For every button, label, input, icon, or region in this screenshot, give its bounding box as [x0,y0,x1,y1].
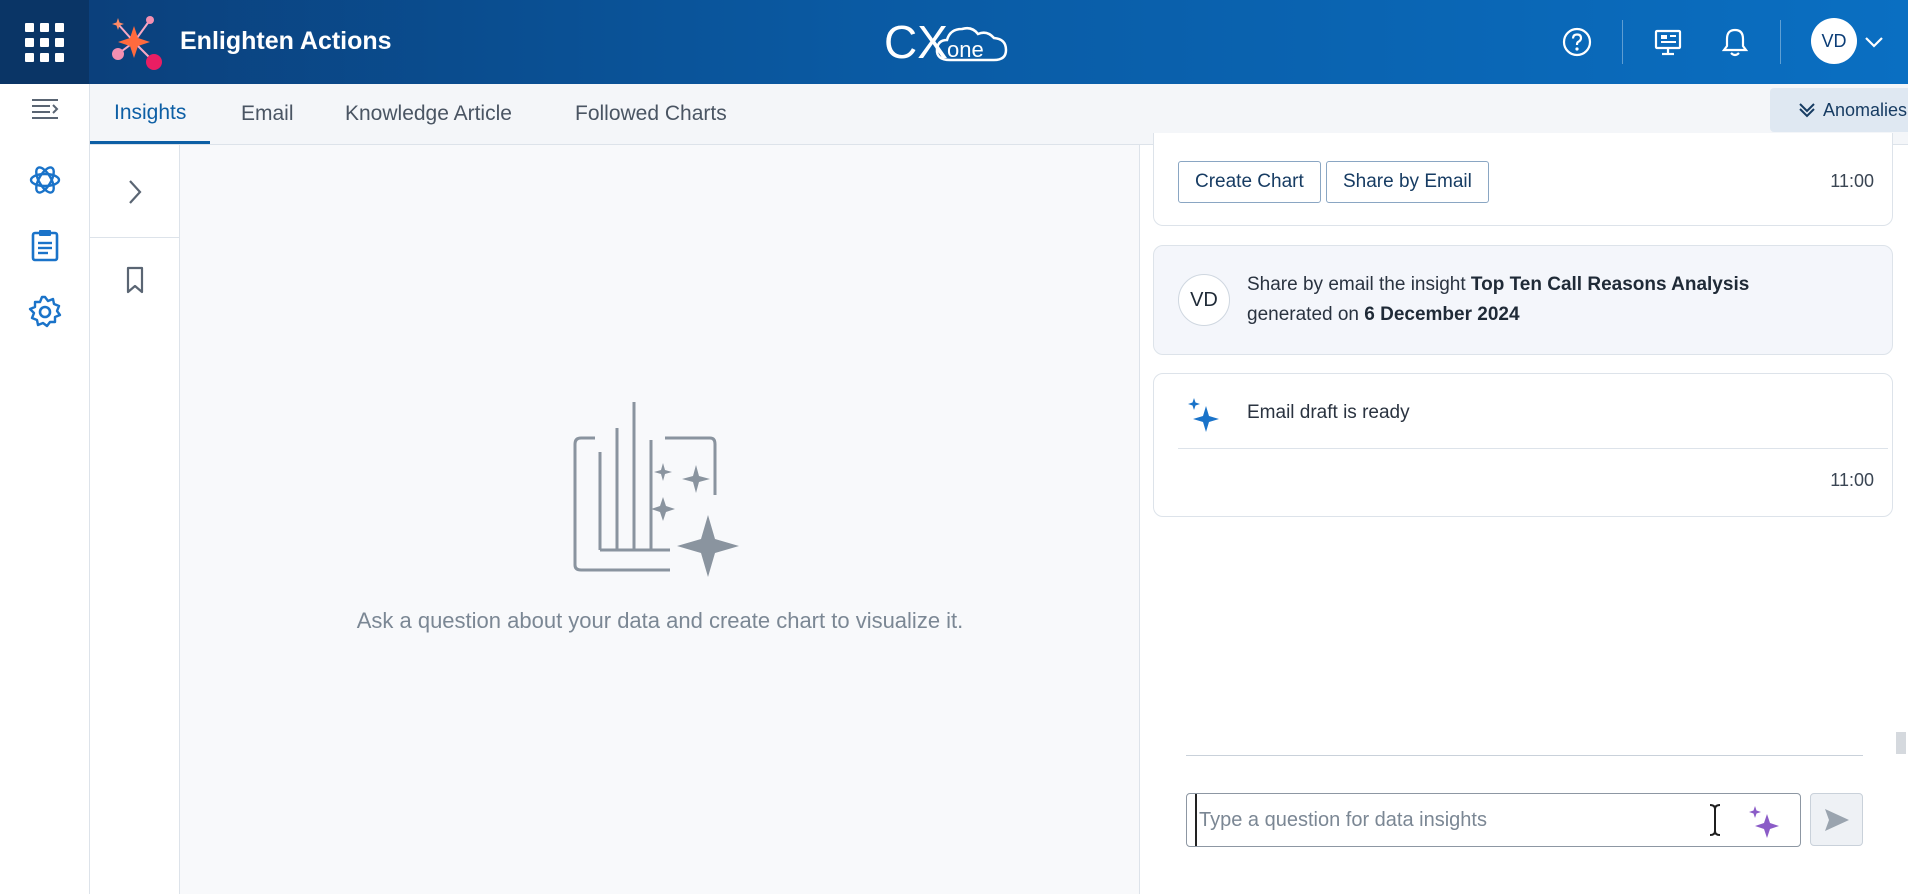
enlighten-logo-icon [112,16,162,70]
bookmark-icon[interactable] [120,263,150,297]
gear-icon [28,295,62,328]
apps-grid-button[interactable] [0,0,89,84]
anomalies-label: Anomalies (0) [1822,99,1908,120]
chat-panel: Create Chart Share by Email 11:00 VD Sha… [1141,133,1908,894]
apps-grid-icon [25,22,64,62]
tab-followed-charts[interactable]: Followed Charts [551,84,751,144]
insight-date: 6 December 2024 [1364,304,1520,325]
collapsed-panel [90,145,180,894]
rail-item-reports[interactable] [25,226,65,266]
header-separator [1780,20,1781,64]
svg-text:one: one [947,37,984,62]
tab-insights[interactable]: Insights [90,84,211,144]
rail-item-settings[interactable] [25,292,65,332]
chart-canvas: Ask a question about your data and creat… [180,145,1140,894]
user-message-card: VD Share by email the insight Top Ten Ca… [1153,245,1893,355]
user-avatar[interactable]: VD [1811,18,1857,64]
message-timestamp: 11:00 [1830,171,1874,191]
chat-scrollbar[interactable] [1896,732,1906,754]
insight-name: Top Ten Call Reasons Analysis [1470,274,1750,295]
help-icon [1562,27,1592,57]
ai-atom-icon [29,166,61,194]
question-composer [1186,793,1801,847]
ai-sparkle-icon[interactable] [1747,804,1781,838]
clipboard-icon [31,230,59,262]
send-button[interactable] [1810,793,1863,846]
bot-message-text: Email draft is ready [1247,402,1410,423]
question-input[interactable] [1195,794,1695,846]
notifications-button[interactable] [1715,22,1755,62]
share-by-email-button[interactable]: Share by Email [1326,161,1489,203]
message-timestamp: 11:00 [1830,470,1874,490]
bot-message-card: Email draft is ready 11:00 [1153,373,1893,517]
help-button[interactable] [1557,22,1597,62]
chart-sparkle-illustration [573,402,739,577]
rail-item-insights[interactable] [25,160,65,200]
user-message-avatar: VD [1178,274,1230,326]
double-chevron-down-icon [1799,103,1815,118]
composer-divider [1186,755,1863,756]
left-rail [0,84,90,894]
cxone-logo: CX one [884,16,1008,68]
menu-collapse-icon [32,99,59,119]
menu-collapse-button[interactable] [25,88,65,128]
send-icon [1824,808,1849,831]
create-chart-button[interactable]: Create Chart [1178,161,1321,203]
anomalies-button[interactable]: Anomalies (0) [1770,88,1908,132]
app-title: Enlighten Actions [180,27,392,55]
chart-actions-card: Create Chart Share by Email 11:00 [1153,133,1893,226]
tab-email[interactable]: Email [217,84,318,144]
empty-state-message: Ask a question about your data and creat… [356,608,964,633]
cx-logo-text: CX [884,16,948,68]
text-cursor-icon [1709,804,1721,836]
header-separator [1622,20,1623,64]
top-header: Enlighten Actions CX one VD [0,0,1908,84]
user-message-text: Share by email the insight Top Ten Call … [1247,274,1750,325]
panel-divider [90,237,180,238]
chevron-down-icon[interactable] [1862,30,1886,54]
chevron-right-icon[interactable] [120,175,150,209]
presentation-button[interactable] [1648,22,1688,62]
presentation-icon [1654,29,1682,56]
bell-icon [1721,28,1749,57]
tab-knowledge-article[interactable]: Knowledge Article [321,84,536,144]
sparkle-icon [1188,398,1219,432]
bot-message-divider [1178,448,1888,449]
